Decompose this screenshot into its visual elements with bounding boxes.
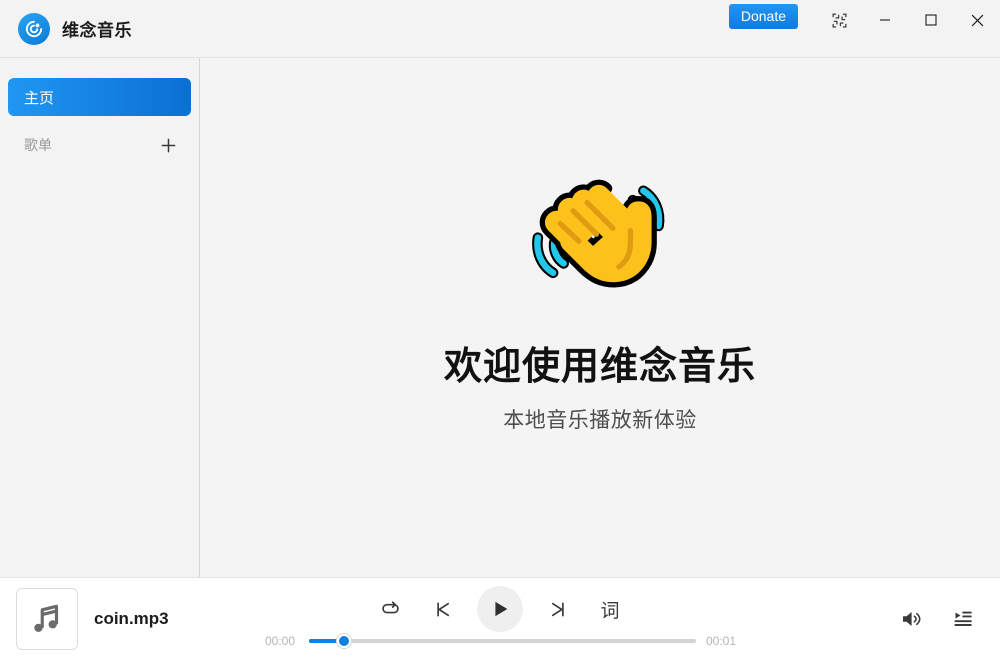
play-icon[interactable] bbox=[477, 586, 523, 632]
donate-button[interactable]: Donate bbox=[728, 4, 798, 29]
volume-icon[interactable] bbox=[896, 604, 926, 634]
repeat-icon[interactable] bbox=[373, 592, 407, 626]
playlist-queue-icon[interactable] bbox=[948, 604, 978, 634]
total-time: 00:01 bbox=[706, 634, 737, 648]
sidebar-item-home[interactable]: 主页 bbox=[8, 78, 191, 116]
progress-thumb[interactable] bbox=[336, 634, 351, 648]
maximize-icon[interactable] bbox=[908, 4, 954, 36]
next-track-icon[interactable] bbox=[541, 592, 575, 626]
now-playing: coin.mp3 bbox=[16, 588, 266, 650]
lyrics-button[interactable]: 词 bbox=[593, 592, 627, 626]
app-window: 维念音乐 Donate 主页 歌单 欢迎使用维念音乐 本地音乐播放新体验 coi… bbox=[0, 0, 1000, 660]
body: 主页 歌单 欢迎使用维念音乐 本地音乐播放新体验 bbox=[0, 58, 1000, 578]
close-icon[interactable] bbox=[954, 4, 1000, 36]
sidebar-section-label: 歌单 bbox=[24, 137, 52, 153]
previous-track-icon[interactable] bbox=[425, 592, 459, 626]
sidebar-section-playlists: 歌单 bbox=[8, 126, 191, 164]
main-content: 欢迎使用维念音乐 本地音乐播放新体验 bbox=[200, 58, 1000, 577]
music-note-icon bbox=[16, 588, 78, 650]
disc-logo-icon bbox=[18, 12, 50, 45]
plus-icon[interactable] bbox=[157, 134, 179, 156]
app-title: 维念音乐 bbox=[62, 21, 132, 40]
player-right-actions bbox=[896, 604, 984, 634]
player-bar: coin.mp3 词 00:00 00:01 bbox=[0, 578, 1000, 660]
minimize-icon[interactable] bbox=[862, 4, 908, 36]
sidebar-item-label: 主页 bbox=[24, 89, 55, 107]
collapse-arrows-icon[interactable] bbox=[816, 4, 862, 36]
brand: 维念音乐 bbox=[0, 12, 132, 45]
progress-bar[interactable] bbox=[309, 634, 696, 648]
welcome-subtitle: 本地音乐播放新体验 bbox=[503, 409, 697, 433]
sidebar: 主页 歌单 bbox=[0, 58, 200, 577]
waving-hand-emoji bbox=[525, 165, 675, 315]
titlebar: 维念音乐 Donate bbox=[0, 0, 1000, 58]
progress-row: 00:00 00:01 bbox=[265, 634, 740, 648]
window-controls: Donate bbox=[728, 0, 1000, 57]
current-time: 00:00 bbox=[265, 634, 296, 648]
welcome-title: 欢迎使用维念音乐 bbox=[443, 345, 756, 388]
track-title: coin.mp3 bbox=[94, 609, 169, 628]
